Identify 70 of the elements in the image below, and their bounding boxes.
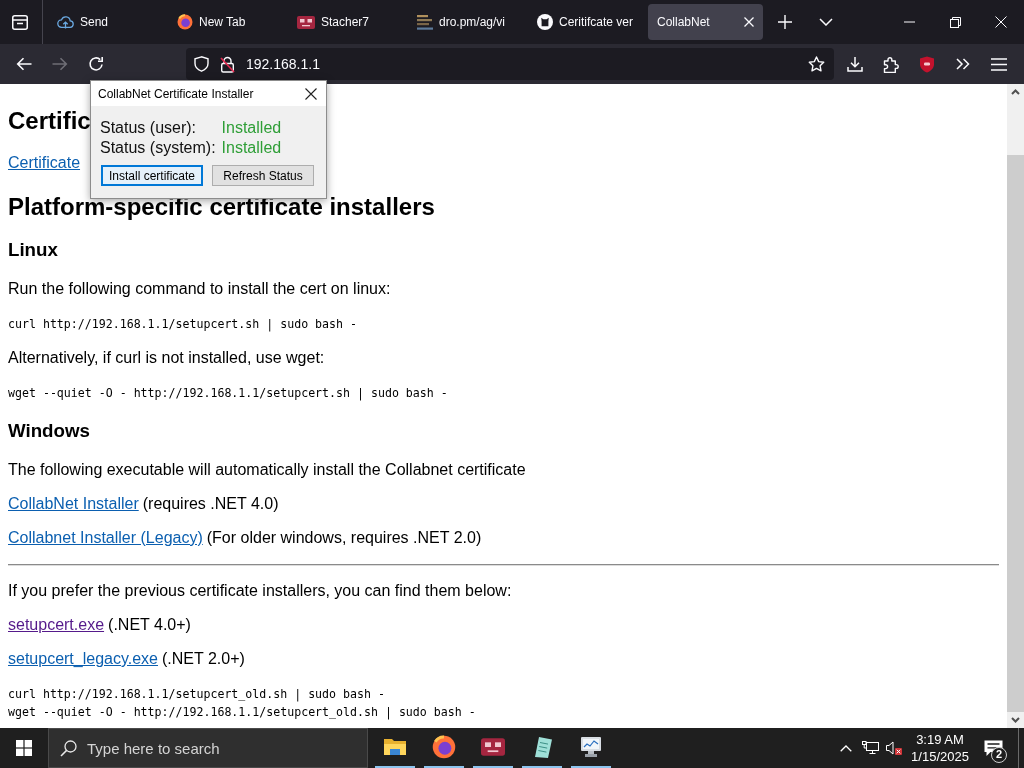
robot-icon[interactable] xyxy=(480,738,505,756)
shield-badge-icon[interactable] xyxy=(919,55,935,73)
chevron-down-icon[interactable] xyxy=(1011,717,1020,723)
paragraph-text: Alternatively, if curl is not installed, use wget: xyxy=(8,349,325,366)
command-line: curl http://192.168.1.1/setupcert.sh | sudo bash - xyxy=(8,316,357,333)
download-link[interactable]: Collabnet Installer (Legacy) xyxy=(8,529,203,546)
crossed-lock-icon[interactable] xyxy=(220,55,235,73)
star-icon[interactable] xyxy=(808,56,825,72)
cloud-upload-icon xyxy=(57,15,74,29)
download-link[interactable]: CollabNet Installer xyxy=(8,495,139,512)
address-bar[interactable]: 192.168.1.1 xyxy=(186,48,834,80)
download-link[interactable]: setupcert.exe xyxy=(8,616,105,633)
tab-list-icon[interactable] xyxy=(12,14,28,30)
status-label: Status (system): xyxy=(100,138,216,158)
clock[interactable]: 3:19 AM 1/15/2025 xyxy=(906,728,974,768)
search-field[interactable]: Type here to search xyxy=(87,739,367,757)
shield-icon[interactable] xyxy=(194,56,209,72)
cat-icon xyxy=(537,14,553,30)
arrow-left-icon[interactable] xyxy=(16,57,32,71)
status-label: Status (user): xyxy=(100,118,198,138)
lines-icon xyxy=(417,14,433,30)
robot-icon xyxy=(297,15,315,29)
command-line: wget --quiet -O - http://192.168.1.1/setupcert.sh | sudo bash - xyxy=(8,385,448,402)
browser-tab[interactable]: Send xyxy=(48,4,163,40)
search-box[interactable]: Type here to search xyxy=(48,728,368,768)
browser-tab[interactable]: Ceritifcate ver xyxy=(528,4,643,40)
minimize-icon[interactable] xyxy=(903,21,915,23)
notification-count: 2 xyxy=(991,747,1007,763)
four-panes-icon[interactable] xyxy=(16,740,32,756)
section-heading: Linux xyxy=(8,238,58,261)
search-icon xyxy=(60,739,77,757)
status-value: Installed xyxy=(221,118,282,138)
paragraph-text: The following executable will automatically install the Collabnet certificate xyxy=(8,461,526,478)
download-icon[interactable] xyxy=(847,56,863,72)
dialog-title: CollabNet Certificate Installer xyxy=(98,86,254,101)
paragraph-text: (.NET 2.0+) xyxy=(162,650,245,667)
folder-icon[interactable] xyxy=(382,737,407,757)
browser-icon[interactable] xyxy=(431,735,456,759)
restore-icon[interactable] xyxy=(949,16,961,28)
paragraph-text: (requires .NET 4.0) xyxy=(142,495,279,512)
browser-icon xyxy=(177,14,193,30)
status-value: Installed xyxy=(221,138,282,158)
browser-tab[interactable]: dro.pm/ag/vi xyxy=(408,4,523,40)
command-line: wget --quiet -O - http://192.168.1.1/setupcert_old.sh | sudo bash - xyxy=(8,704,476,721)
browser-tab[interactable]: Stacher7 xyxy=(288,4,403,40)
browser-tab[interactable]: CollabNet xyxy=(648,4,763,40)
menu-icon[interactable] xyxy=(991,57,1007,71)
monitor-icon[interactable] xyxy=(578,736,603,758)
paragraph-text: (.NET 4.0+) xyxy=(108,616,191,633)
caret-up-icon[interactable] xyxy=(840,744,852,752)
puzzle-icon[interactable] xyxy=(883,55,899,73)
plus-icon[interactable] xyxy=(778,15,792,29)
reload-icon[interactable] xyxy=(88,56,104,72)
paragraph-text: If you prefer the previous certificate installers, you can find them below: xyxy=(8,582,512,599)
double-chevron-icon[interactable] xyxy=(956,58,970,70)
browser-tab[interactable]: New Tab xyxy=(168,4,283,40)
paragraph-text: Run the following command to install the cert on linux: xyxy=(8,280,391,297)
download-link[interactable]: setupcert_legacy.exe xyxy=(8,650,158,667)
page-heading: Platform-specific certificate installers xyxy=(8,193,435,221)
muted-speaker-icon[interactable] xyxy=(886,741,902,755)
download-link[interactable]: Certificate xyxy=(8,154,81,171)
section-heading: Windows xyxy=(8,419,90,442)
network-icon[interactable] xyxy=(861,741,879,755)
chevron-up-icon[interactable] xyxy=(1011,89,1020,95)
dialog-button[interactable]: Refresh Status xyxy=(212,165,314,186)
command-line: curl http://192.168.1.1/setupcert_old.sh | sudo bash - xyxy=(8,686,386,703)
page-heading: Certific xyxy=(8,107,91,135)
dialog-button[interactable]: Install certificate xyxy=(101,165,203,186)
paragraph-text: (For older windows, requires .NET 2.0) xyxy=(206,529,482,546)
close-icon[interactable] xyxy=(305,87,317,100)
